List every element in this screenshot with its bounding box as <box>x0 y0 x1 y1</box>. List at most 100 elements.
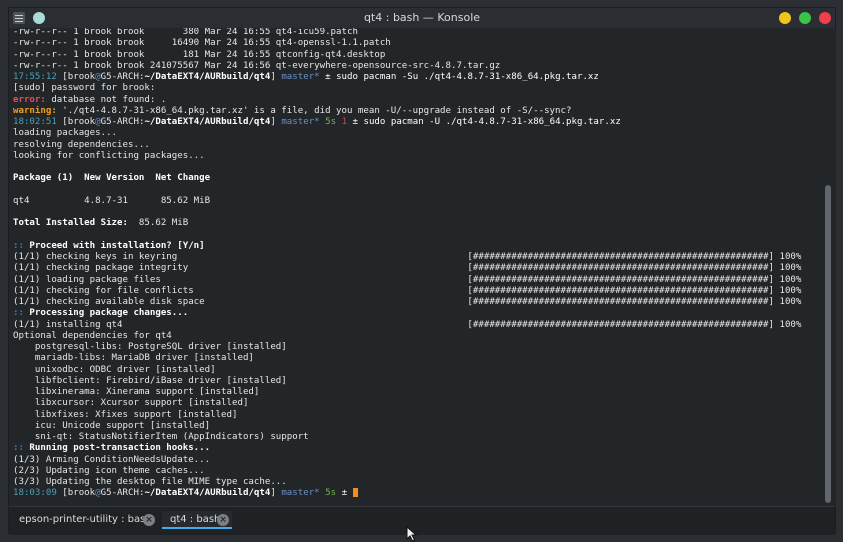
terminal-line: qt4 4.8.7-31 85.62 MiB <box>13 196 820 207</box>
terminal-text: Running post-transaction hooks... <box>23 443 211 454</box>
terminal-line: looking for conflicting packages... <box>13 151 820 162</box>
tab-epson-printer-utility[interactable]: epson-printer-utility : bash × <box>11 511 161 529</box>
tab-close-icon[interactable]: × <box>143 514 155 526</box>
title-bar[interactable]: qt4 : bash — Konsole <box>9 8 835 28</box>
terminal-text: -rw-r--r-- 1 brook brook 181 Mar 24 16:5… <box>13 49 386 60</box>
terminal-text: (1/1) checking package integrity [######… <box>13 263 802 274</box>
terminal-line: (1/3) Arming ConditionNeedsUpdate... <box>13 455 820 466</box>
tab-label: qt4 : bash <box>170 514 221 525</box>
terminal-line: Total Installed Size: 85.62 MiB <box>13 218 820 229</box>
terminal-line: libxfixes: Xfixes support [installed] <box>13 410 820 421</box>
terminal-text: error: <box>13 94 46 105</box>
terminal-line: libxinerama: Xinerama support [installed… <box>13 387 820 398</box>
terminal-text: master* <box>281 117 320 127</box>
terminal-line: loading packages... <box>13 128 820 139</box>
terminal-text: ± sudo pacman -U ./qt4-4.8.7-31-x86_64.p… <box>347 117 621 127</box>
terminal-line: (1/1) loading package files [###########… <box>13 275 820 286</box>
terminal-line: (1/1) checking keys in keyring [########… <box>13 252 820 263</box>
terminal-text: libfbclient: Firebird/iBase driver [inst… <box>13 375 287 386</box>
terminal-line: (1/1) checking available disk space [###… <box>13 297 820 308</box>
terminal-line: (2/3) Updating icon theme caches... <box>13 466 820 477</box>
terminal-line: 17:55:12 [brook@G5-ARCH:~/DataEXT4/AURbu… <box>13 72 820 83</box>
maximize-button[interactable] <box>799 12 811 24</box>
window-title: qt4 : bash — Konsole <box>363 11 481 24</box>
terminal-line: -rw-r--r-- 1 brook brook 380 Mar 24 16:5… <box>13 28 820 38</box>
terminal-text: ~/DataEXT4/AURbuild/qt4 <box>144 488 271 499</box>
terminal-text: Package (1) New Version Net Change <box>13 173 211 184</box>
terminal-line: (1/1) installing qt4 [##################… <box>13 320 820 331</box>
terminal-text: G5-ARCH <box>100 488 139 499</box>
terminal-line: :: Processing package changes... <box>13 308 820 319</box>
terminal-line: (1/1) checking for file conflicts [#####… <box>13 286 820 297</box>
terminal-text: (1/3) Arming ConditionNeedsUpdate... <box>13 454 211 465</box>
terminal-text: -rw-r--r-- 1 brook brook 241075567 Mar 2… <box>13 60 501 71</box>
terminal-text: (1/1) checking available disk space [###… <box>13 297 802 307</box>
terminal-text: libxfixes: Xfixes support [installed] <box>13 409 238 420</box>
mouse-pointer-icon <box>406 526 418 542</box>
terminal-text: warning: <box>13 105 57 116</box>
terminal-text: ] <box>270 488 282 499</box>
terminal-text: database not found: . <box>45 94 167 105</box>
terminal-line: 18:02:51 [brook@G5-ARCH:~/DataEXT4/AURbu… <box>13 117 820 128</box>
terminal-text: sni-qt: StatusNotifierItem (AppIndicator… <box>13 432 309 442</box>
terminal-text: master* <box>281 72 320 82</box>
terminal-text: 18:03:09 <box>13 488 57 499</box>
terminal-line: :: Running post-transaction hooks... <box>13 443 820 454</box>
tab-close-icon[interactable]: × <box>217 514 229 526</box>
terminal-text: :: <box>13 240 24 251</box>
terminal-text: ] <box>270 117 282 127</box>
terminal-text: G5-ARCH <box>100 72 139 82</box>
terminal-text: [sudo] password for brook: <box>13 83 156 94</box>
terminal-text: resolving dependencies... <box>13 139 150 150</box>
terminal-text: 18:02:51 <box>13 117 57 127</box>
terminal-text: master* <box>281 488 320 499</box>
terminal-line: :: Proceed with installation? [Y/n] <box>13 241 820 252</box>
terminal-text: (1/1) checking keys in keyring [########… <box>13 252 802 262</box>
terminal-text: 17:55:12 <box>13 72 57 82</box>
terminal-line: warning: './qt4-4.8.7-31-x86_64.pkg.tar.… <box>13 106 820 117</box>
terminal-line: libfbclient: Firebird/iBase driver [inst… <box>13 376 820 387</box>
terminal-text: ± <box>336 488 353 499</box>
scrollbar-thumb[interactable] <box>825 185 831 503</box>
terminal-line: -rw-r--r-- 1 brook brook 16490 Mar 24 16… <box>13 38 820 49</box>
terminal-line: -rw-r--r-- 1 brook brook 181 Mar 24 16:5… <box>13 50 820 61</box>
terminal-text: unixodbc: ODBC driver [installed] <box>13 364 216 375</box>
terminal-text: 5s <box>325 117 337 127</box>
terminal-line: (3/3) Updating the desktop file MIME typ… <box>13 477 820 488</box>
terminal-text: './qt4-4.8.7-31-x86_64.pkg.tar.xz' is a … <box>56 105 572 116</box>
terminal-line: -rw-r--r-- 1 brook brook 241075567 Mar 2… <box>13 61 820 72</box>
terminal-text: icu: Unicode support [installed] <box>13 420 211 431</box>
terminal-line: error: database not found: . <box>13 95 820 106</box>
tab-label: epson-printer-utility : bash <box>19 514 152 525</box>
terminal-text: ~/DataEXT4/AURbuild/qt4 <box>144 72 271 82</box>
terminal-line: libxcursor: Xcursor support [installed] <box>13 398 820 409</box>
terminal-line: resolving dependencies... <box>13 140 820 151</box>
close-button[interactable] <box>819 12 831 24</box>
terminal-text: qt4 4.8.7-31 85.62 MiB <box>13 195 211 206</box>
terminal-text: ] <box>270 72 282 82</box>
terminal-line: Package (1) New Version Net Change <box>13 173 820 184</box>
terminal-text: 85.62 MiB <box>127 218 189 229</box>
terminal-line: unixodbc: ODBC driver [installed] <box>13 365 820 376</box>
terminal-lines: -rw-r--r-- 1 brook brook 380 Mar 24 16:5… <box>13 28 820 500</box>
terminal-line: (1/1) checking package integrity [######… <box>13 263 820 274</box>
minimize-button[interactable] <box>779 12 791 24</box>
terminal-text: libxinerama: Xinerama support [installed… <box>13 387 260 397</box>
terminal-text: (2/3) Updating icon theme caches... <box>13 465 205 476</box>
scrollbar[interactable] <box>820 28 836 506</box>
terminal-line: Optional dependencies for qt4 <box>13 331 820 342</box>
terminal-text: Optional dependencies for qt4 <box>13 330 172 341</box>
terminal-text: -rw-r--r-- 1 brook brook 380 Mar 24 16:5… <box>13 28 358 37</box>
terminal-text: postgresql-libs: PostgreSQL driver [inst… <box>13 342 287 352</box>
terminal-line: postgresql-libs: PostgreSQL driver [inst… <box>13 342 820 353</box>
terminal-text: :: <box>13 443 24 454</box>
terminal-text: (1/1) checking for file conflicts [#####… <box>13 285 802 296</box>
terminal-text: -rw-r--r-- 1 brook brook 16490 Mar 24 16… <box>13 38 391 49</box>
tab-qt4[interactable]: qt4 : bash × <box>162 511 232 529</box>
terminal-output[interactable]: -rw-r--r-- 1 brook brook 380 Mar 24 16:5… <box>9 28 820 506</box>
terminal-text: [brook <box>56 117 96 127</box>
terminal-text: [brook <box>56 488 96 499</box>
